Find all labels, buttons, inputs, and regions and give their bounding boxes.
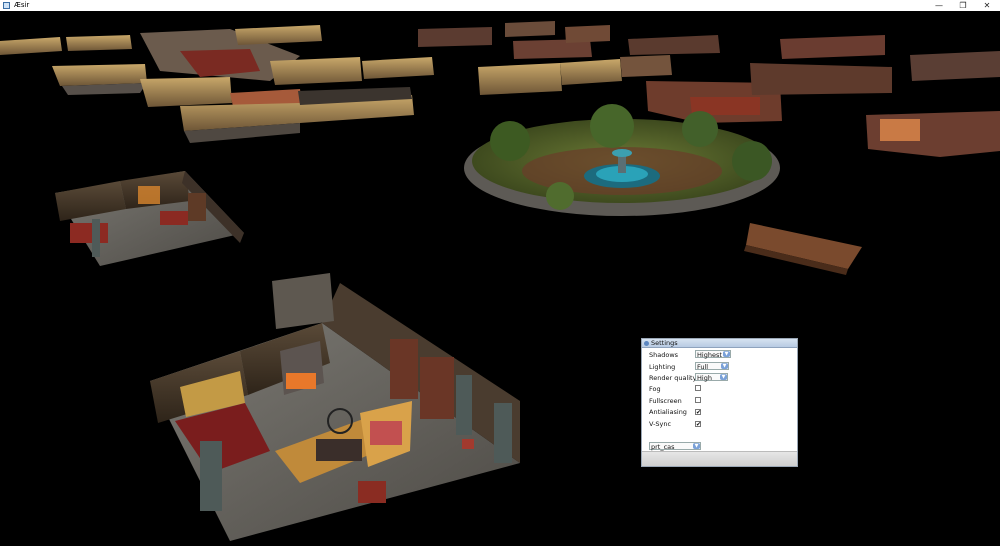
- fog-row: Fog: [649, 384, 794, 394]
- fog-label: Fog: [649, 385, 661, 393]
- app-icon: [3, 2, 10, 9]
- shadows-select[interactable]: Highest ▼: [695, 350, 731, 359]
- vsync-checkbox[interactable]: ✔: [695, 421, 701, 428]
- maximize-button[interactable]: ❐: [952, 0, 974, 11]
- lighting-value: Full: [697, 363, 709, 371]
- panel-icon: [644, 340, 649, 346]
- shadows-label: Shadows: [649, 351, 679, 359]
- scene-value: prt_cas: [651, 443, 675, 451]
- settings-panel: Settings Shadows Highest ▼ Lighting Full…: [641, 338, 798, 467]
- lighting-label: Lighting: [649, 363, 676, 371]
- title-bar[interactable]: Æsir — ❐ ✕: [0, 0, 1000, 11]
- antialiasing-row: Antialiasing ✔: [649, 407, 794, 417]
- room-study: [55, 171, 244, 266]
- render-quality-label: Render quality: [649, 374, 697, 382]
- shadows-row: Shadows Highest ▼: [649, 350, 794, 360]
- render-quality-select[interactable]: High ▼: [695, 373, 728, 382]
- chevron-down-icon: ▼: [693, 443, 700, 449]
- room-main-hall: [150, 273, 520, 541]
- render-quality-row: Render quality High ▼: [649, 373, 794, 383]
- fullscreen-label: Fullscreen: [649, 397, 682, 405]
- lighting-select[interactable]: Full ▼: [695, 362, 729, 371]
- chevron-down-icon: ▼: [723, 351, 730, 357]
- settings-footer: [642, 451, 797, 466]
- render-quality-value: High: [697, 374, 712, 382]
- antialiasing-label: Antialiasing: [649, 408, 687, 416]
- scene-select[interactable]: prt_cas ▼: [649, 442, 701, 451]
- lighting-row: Lighting Full ▼: [649, 362, 794, 372]
- settings-title: Settings: [651, 339, 678, 347]
- scene-render: [0, 21, 1000, 541]
- game-viewport[interactable]: [0, 11, 1000, 546]
- vsync-label: V-Sync: [649, 420, 672, 428]
- fullscreen-checkbox[interactable]: [695, 397, 701, 403]
- fullscreen-row: Fullscreen: [649, 396, 794, 406]
- close-button[interactable]: ✕: [976, 0, 998, 11]
- shadows-value: Highest: [697, 351, 722, 359]
- settings-header[interactable]: Settings: [642, 339, 797, 348]
- room-cluster-northwest: [0, 25, 434, 143]
- vsync-row: V-Sync ✔: [649, 419, 794, 429]
- minimize-button[interactable]: —: [928, 0, 950, 11]
- window-title: Æsir: [14, 1, 30, 9]
- courtyard-fountain: [464, 104, 862, 275]
- fog-checkbox[interactable]: [695, 385, 701, 391]
- chevron-down-icon: ▼: [720, 374, 727, 380]
- antialiasing-checkbox[interactable]: ✔: [695, 409, 701, 416]
- chevron-down-icon: ▼: [721, 363, 728, 369]
